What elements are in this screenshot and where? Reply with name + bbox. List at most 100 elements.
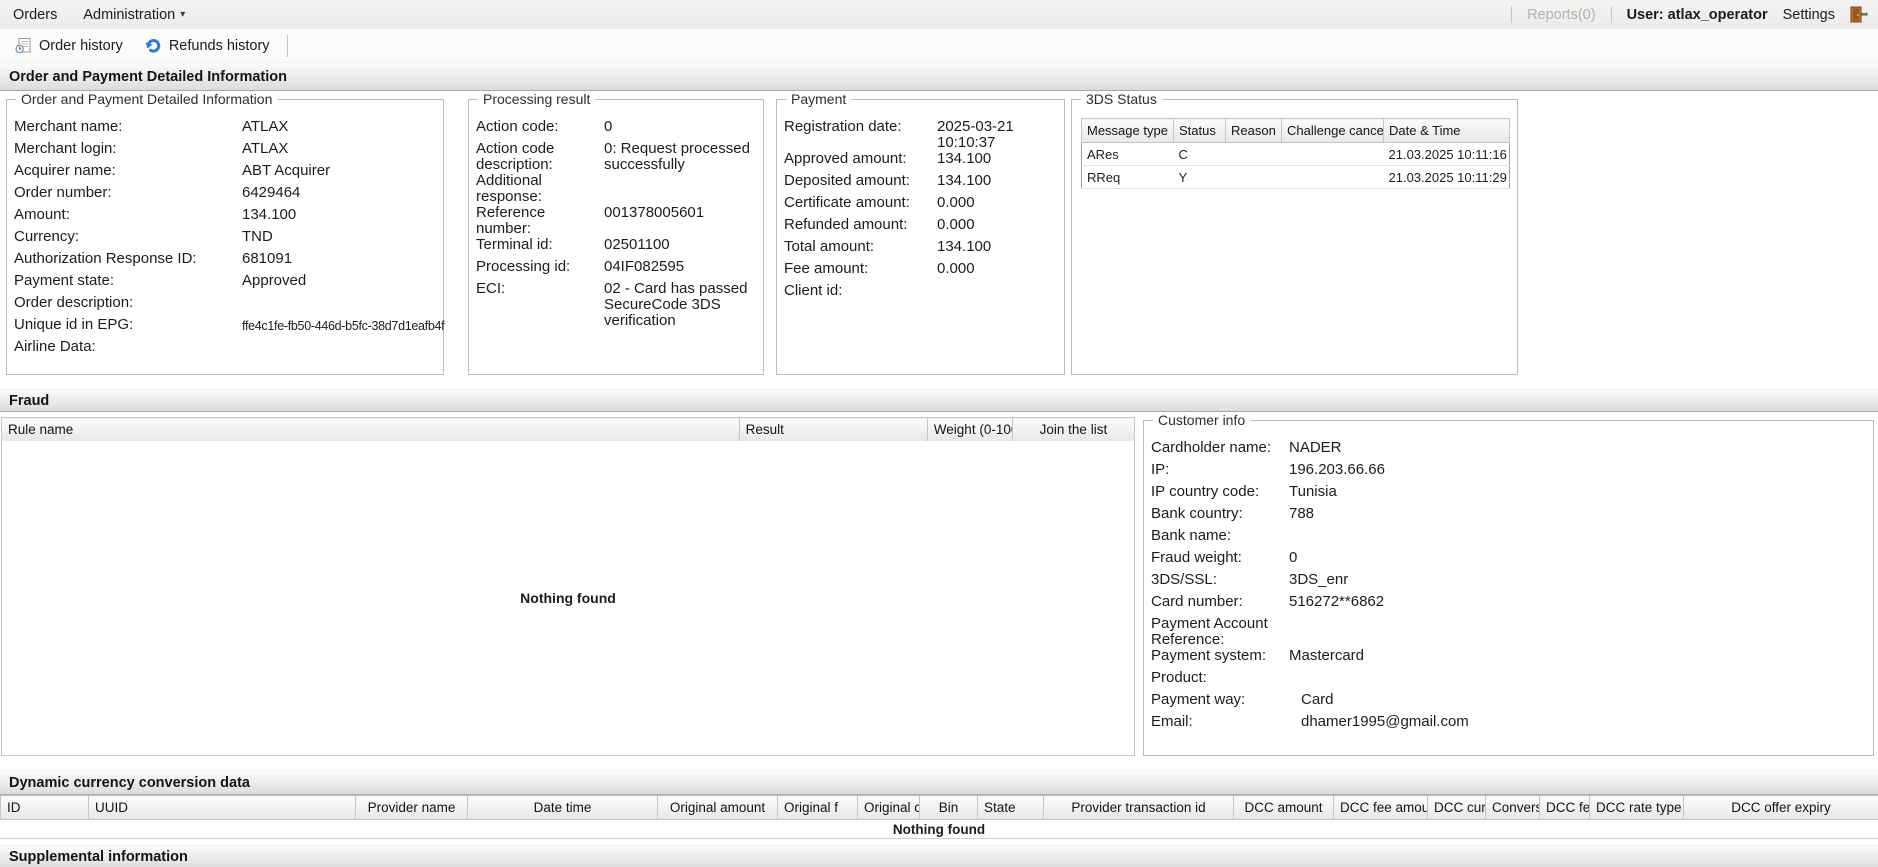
- cell: 21.03.2025 10:11:29: [1383, 165, 1510, 189]
- cell: [1281, 165, 1384, 189]
- field-label: Deposited amount:: [784, 172, 910, 189]
- field-label: Action code:: [476, 118, 559, 135]
- field-value: 134.100: [242, 206, 297, 223]
- field-label: Refunded amount:: [784, 216, 908, 233]
- field-value: Card: [1301, 691, 1334, 708]
- column-header: DCC offer expiry: [1683, 795, 1878, 820]
- separator: [286, 34, 288, 57]
- customer-info-legend: Customer info: [1153, 412, 1251, 428]
- field-label: Payment state:: [14, 272, 115, 289]
- field-value: 134.100: [937, 172, 992, 189]
- fraud-section-title: Fraud: [9, 392, 50, 409]
- field-value: 681091: [242, 250, 293, 267]
- order-history-button[interactable]: Order history: [4, 33, 134, 59]
- current-user-label: User: atlax_operator: [1626, 6, 1768, 23]
- menu-administration-label: Administration: [83, 6, 176, 23]
- fraud-section-header: Fraud: [0, 389, 1878, 412]
- field-value: 516272**6862: [1289, 593, 1385, 610]
- column-header: Weight (0-100): [926, 417, 1013, 442]
- field-label: Merchant name:: [14, 118, 123, 135]
- field-label: Payment system:: [1151, 647, 1267, 664]
- field-label: Processing id:: [476, 258, 571, 275]
- field-label: Acquirer name:: [14, 162, 116, 179]
- field-label: Payment way:: [1151, 691, 1246, 708]
- field-label: Product:: [1151, 669, 1207, 686]
- order-info-panel: Order and Payment Detailed Information M…: [6, 91, 445, 375]
- field-value: 0.000: [937, 194, 975, 211]
- order-history-label: Order history: [39, 37, 123, 54]
- field-value: 0.000: [937, 260, 975, 277]
- field-label: Registration date:: [784, 118, 902, 135]
- order-info-legend: Order and Payment Detailed Information: [16, 91, 278, 107]
- payment-legend: Payment: [786, 91, 852, 107]
- column-header: State: [977, 795, 1044, 820]
- customer-info-panel: Customer info Cardholder name: NADER IP: 1…: [1143, 412, 1874, 756]
- column-header: Date & Time: [1383, 118, 1510, 143]
- field-label: Approved amount:: [784, 150, 907, 167]
- field-value: 001378005601: [604, 204, 705, 221]
- field-label: ECI:: [476, 280, 506, 297]
- menu-settings[interactable]: Settings: [1783, 7, 1835, 23]
- column-header: Challenge cancel: [1281, 118, 1384, 143]
- column-header: Message type: [1081, 118, 1174, 143]
- field-label: Additional response:: [476, 172, 542, 205]
- processing-result-panel: Processing result Action code: 0 Action c…: [468, 91, 764, 375]
- field-value: ATLAX: [242, 140, 289, 157]
- cell: C: [1173, 142, 1226, 166]
- processing-result-legend: Processing result: [478, 91, 596, 107]
- field-label: Merchant login:: [14, 140, 117, 157]
- cell: 21.03.2025 10:11:16: [1383, 142, 1510, 166]
- dcc-table-header: ID UUID Provider name Date time Original…: [0, 795, 1878, 820]
- table-row: ARes C 21.03.2025 10:11:16: [1081, 142, 1510, 166]
- fraud-empty-state: Nothing found: [1, 441, 1135, 756]
- field-label: Unique id in EPG:: [14, 316, 134, 333]
- field-label: Order number:: [14, 184, 112, 201]
- column-header: Original amount: [657, 795, 778, 820]
- field-label: Fee amount:: [784, 260, 869, 277]
- field-value: ABT Acquirer: [242, 162, 331, 179]
- menu-orders-label: Orders: [13, 6, 58, 23]
- cell: [1225, 165, 1282, 189]
- column-header: Provider transaction id: [1043, 795, 1234, 820]
- cell: [1225, 142, 1282, 166]
- cell: ARes: [1081, 142, 1174, 166]
- field-value: 134.100: [937, 238, 992, 255]
- field-label: Payment Account Reference:: [1151, 615, 1268, 648]
- field-label: Total amount:: [784, 238, 875, 255]
- field-value: TND: [242, 228, 273, 245]
- column-header: Original f: [777, 795, 858, 820]
- chevron-down-icon: ▾: [180, 8, 186, 20]
- supplemental-section-title: Supplemental information: [9, 849, 188, 865]
- refunds-history-button[interactable]: Refunds history: [134, 33, 281, 59]
- column-header: Date time: [467, 795, 658, 820]
- field-label: Bank name:: [1151, 527, 1232, 544]
- menubar-right: Reports(0) User: atlax_operator Settings: [1511, 6, 1878, 23]
- field-label: Currency:: [14, 228, 80, 245]
- threeds-status-panel: 3DS Status Message type Status Reason Ch…: [1071, 91, 1518, 375]
- field-value: 134.100: [937, 150, 992, 167]
- separator: [1610, 6, 1612, 23]
- document-history-icon: [15, 37, 32, 54]
- field-value: dhamer1995@gmail.com: [1301, 713, 1469, 730]
- field-value: 0: [1289, 549, 1298, 566]
- menu-administration[interactable]: Administration ▾: [70, 7, 198, 23]
- page-title-text: Order and Payment Detailed Information: [9, 68, 287, 85]
- menubar: Orders Administration ▾ Reports(0) User:…: [0, 0, 1878, 29]
- menu-reports: Reports(0): [1527, 6, 1596, 23]
- dcc-empty-state: Nothing found: [0, 820, 1878, 839]
- field-value: 02501100: [604, 236, 670, 253]
- page-title: Order and Payment Detailed Information: [0, 62, 1878, 91]
- refunds-history-label: Refunds history: [168, 37, 270, 54]
- field-value: 0: [604, 118, 613, 135]
- field-value: 04IF082595: [604, 258, 685, 275]
- column-header: Conversi: [1485, 795, 1540, 820]
- field-value: ATLAX: [242, 118, 289, 135]
- field-label: Order description:: [14, 294, 134, 311]
- field-label: Action code description:: [476, 140, 555, 173]
- dcc-section-title: Dynamic currency conversion data: [9, 774, 250, 791]
- column-header: Reason: [1225, 118, 1282, 143]
- field-label: Terminal id:: [476, 236, 553, 253]
- cell: Y: [1173, 165, 1226, 189]
- logout-door-icon[interactable]: [1850, 6, 1868, 23]
- menu-orders[interactable]: Orders: [0, 7, 70, 23]
